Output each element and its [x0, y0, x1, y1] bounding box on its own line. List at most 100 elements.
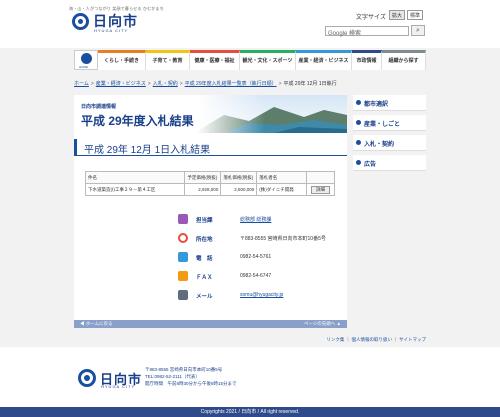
contact-row-fax: ＦＡＸ 0982-54-6747 — [174, 269, 344, 288]
search-placeholder: Google 検索 — [328, 31, 362, 37]
home-icon — [81, 53, 92, 64]
breadcrumb-separator: > — [90, 81, 94, 87]
detail-button[interactable]: 詳細 — [311, 185, 331, 194]
gnav-item-health[interactable]: 健康・医療・福祉 — [190, 50, 240, 70]
cell-detail: 詳細 — [306, 183, 335, 196]
page-title-wrap: 平成 29年 12月 1日入札結果 — [74, 139, 347, 156]
cell-winning: 2,500,000 — [220, 183, 258, 196]
side-item-label: 広告 — [364, 162, 377, 168]
gnav-item-citygov[interactable]: 市政情報 — [352, 50, 382, 70]
mail-icon — [178, 290, 188, 300]
breadcrumb-separator: > — [147, 81, 151, 87]
search-button[interactable]: ⌕ — [411, 25, 425, 36]
gnav-home[interactable]: HOME — [74, 50, 98, 70]
side-item-1[interactable]: 産業・しごと — [353, 115, 426, 131]
chevron-right-icon — [356, 120, 361, 125]
contact-label: 所在地 — [196, 237, 213, 243]
main-content: 日向市調達情報 平成 29年度入札結果 平成 29年 12月 1日入札結果 件名… — [74, 95, 347, 328]
person-icon — [178, 214, 188, 224]
page-title: 平成 29年 12月 1日入札結果 — [84, 145, 211, 156]
footer-address-line: TEL:0982-52-2111（代表） — [145, 374, 200, 379]
col-header-name: 件名 — [84, 171, 186, 184]
cell-name: 下水道築造(Ⅰ)工事２９－第４工区 — [84, 183, 186, 196]
footer-links: リンク集 ｜ 個人情報の取り扱い ｜ サイトマップ — [326, 337, 426, 343]
contact-label: 電 話 — [196, 256, 213, 262]
chevron-right-icon — [356, 100, 361, 105]
chevron-right-icon — [356, 140, 361, 145]
breadcrumb-separator: > — [278, 81, 282, 87]
footer-link-sitemap[interactable]: サイトマップ — [399, 337, 426, 342]
banner-title: 平成 29年度入札結果 — [81, 114, 194, 128]
font-size-standard-button[interactable]: 標準 — [407, 10, 423, 20]
col-header-planned: 予定価格(税抜) — [184, 171, 222, 184]
breadcrumb: ホーム > 産業・経済・ビジネス > 入札・契約 > 平成 29年度入札結果一覧表（執行日順… — [74, 80, 426, 87]
contact-label: メール — [196, 294, 213, 300]
side-item-0[interactable]: 都市適訳 — [353, 95, 426, 111]
side-item-3[interactable]: 広告 — [353, 155, 426, 171]
address-value: 〒883-8555 宮崎県日向市本町10番5号 — [240, 236, 326, 242]
site-header: 海・山・人がつながり 笑顔で暮らせる ひむかまち 日向市 HYUGA CITY … — [0, 0, 500, 48]
contact-row-phone: 電 話 0982-54-5761 — [174, 250, 344, 269]
page-banner: 日向市調達情報 平成 29年度入札結果 — [74, 95, 347, 133]
col-header-winning: 落札価格(税抜) — [220, 171, 258, 184]
back-to-home-link[interactable]: ◀ ホームに戻る — [80, 321, 113, 327]
home-label: HOME — [79, 65, 88, 69]
footer-address-line: 開庁時間 午前8時30分から午後5時15分まで — [145, 381, 237, 386]
cell-winner: (株)ダイニチ開発 — [256, 183, 308, 196]
side-item-label: 産業・しごと — [364, 122, 401, 128]
site-footer: 日向市 HYUGA CITY 〒883-8555 宮崎県日向市本町10番5号 T… — [0, 347, 500, 407]
global-nav: HOME くらし・手続き 子育て・教育 健康・医療・福祉 観光・文化・スポーツ … — [74, 50, 426, 70]
breadcrumb-results-list[interactable]: 平成 29年度入札結果一覧表（執行日順） — [185, 81, 277, 87]
contact-row-mail: メール somu@hyugacity.jp — [174, 288, 344, 307]
fax-icon — [178, 271, 188, 281]
banner-subtitle: 日向市調達情報 — [81, 104, 117, 110]
breadcrumb-industry[interactable]: 産業・経済・ビジネス — [96, 81, 146, 87]
contact-row-address: 所在地 〒883-8555 宮崎県日向市本町10番5号 — [174, 231, 344, 250]
bid-results-table: 件名 予定価格(税抜) 落札価格(税抜) 落札者名 下水道築造(Ⅰ)工事２９－第… — [84, 171, 335, 196]
page-nav-bar: ◀ ホームに戻る ページの先頭へ ▲ — [74, 320, 347, 328]
gnav-item-org[interactable]: 組織から探す — [382, 50, 426, 70]
breadcrumb-separator: > — [179, 81, 183, 87]
mail-link[interactable]: somu@hyugacity.jp — [240, 292, 283, 298]
contact-label: ＦＡＸ — [196, 275, 213, 281]
table-header-row: 件名 予定価格(税抜) 落札価格(税抜) 落札者名 — [84, 171, 335, 184]
phone-value: 0982-54-5761 — [240, 254, 272, 260]
footer-link-links[interactable]: リンク集 — [326, 337, 344, 342]
cell-planned: 2,928,000 — [184, 183, 222, 196]
copyright-bar: Copyrights 2021 / 日向市 / All right reserv… — [0, 407, 500, 417]
gnav-item-childcare[interactable]: 子育て・教育 — [146, 50, 190, 70]
footer-logo-icon — [78, 369, 96, 387]
side-nav: 都市適訳 産業・しごと 入札・契約 広告 — [353, 95, 426, 175]
col-header-winner: 落札者名 — [256, 171, 308, 184]
footer-address: 〒883-8555 宮崎県日向市本町10番5号 TEL:0982-52-2111… — [145, 366, 237, 387]
chevron-right-icon — [356, 160, 361, 165]
breadcrumb-bidding[interactable]: 入札・契約 — [153, 81, 178, 87]
side-item-label: 入札・契約 — [364, 142, 395, 148]
font-size-large-button[interactable]: 拡大 — [389, 10, 405, 20]
footer-logo-sub: HYUGA CITY — [101, 384, 136, 389]
contact-row-department: 担当課 総務部 総務課 — [174, 212, 344, 231]
fax-value: 0982-54-6747 — [240, 273, 272, 279]
gnav-item-living[interactable]: くらし・手続き — [98, 50, 146, 70]
breadcrumb-home[interactable]: ホーム — [74, 81, 89, 87]
footer-link-privacy[interactable]: 個人情報の取り扱い — [351, 337, 392, 342]
back-to-top-link[interactable]: ページの先頭へ ▲ — [304, 321, 341, 327]
table-row: 下水道築造(Ⅰ)工事２９－第４工区 2,928,000 2,500,000 (株… — [84, 183, 335, 196]
search-input[interactable]: Google 検索 — [325, 26, 409, 37]
font-size-label: 文字サイズ — [356, 15, 386, 21]
map-pin-icon — [178, 233, 188, 243]
breadcrumb-current: 平成 29年 12月 1日執行 — [283, 81, 337, 87]
side-item-2[interactable]: 入札・契約 — [353, 135, 426, 151]
contact-label: 担当課 — [196, 218, 213, 224]
city-logo-icon[interactable] — [72, 13, 89, 30]
search-icon: ⌕ — [416, 27, 420, 34]
department-link[interactable]: 総務部 総務課 — [240, 216, 271, 223]
phone-icon — [178, 252, 188, 262]
side-item-label: 都市適訳 — [364, 102, 389, 108]
contact-info: 担当課 総務部 総務課 所在地 〒883-8555 宮崎県日向市本町10番5号 … — [174, 212, 344, 307]
site-logo-sub: HYUGA CITY — [94, 28, 129, 33]
gnav-item-industry[interactable]: 産業・経済・ビジネス — [296, 50, 352, 70]
footer-address-line: 〒883-8555 宮崎県日向市本町10番5号 — [145, 367, 223, 372]
col-header-detail — [306, 171, 335, 184]
gnav-item-tourism[interactable]: 観光・文化・スポーツ — [240, 50, 296, 70]
